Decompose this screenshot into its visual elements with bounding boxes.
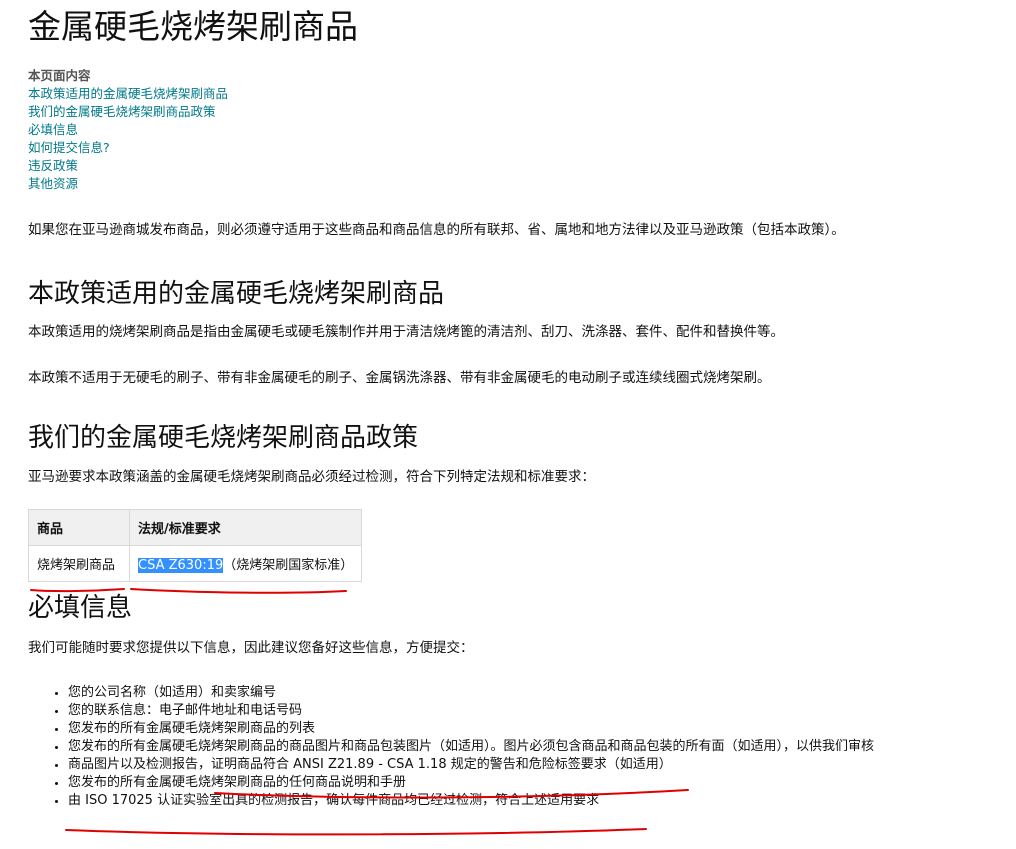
toc-link-how-to-submit[interactable]: 如何提交信息?	[28, 139, 1008, 157]
toc-link-violations[interactable]: 违反政策	[28, 157, 1008, 175]
table-row: 烧烤架刷商品 CSA Z630:19（烧烤架刷国家标准）	[28, 545, 363, 582]
table-header-row: 商品 法规/标准要求	[28, 509, 363, 546]
table-cell-standard: CSA Z630:19（烧烤架刷国家标准）	[128, 545, 363, 582]
table-of-contents: 本页面内容 本政策适用的金属硬毛烧烤架刷商品 我们的金属硬毛烧烤架刷商品政策 必…	[28, 67, 1008, 193]
policy-paragraph: 亚马逊要求本政策涵盖的金属硬毛烧烤架刷商品必须经过检测，符合下列特定法规和标准要…	[28, 469, 595, 485]
toc-link-other-resources[interactable]: 其他资源	[28, 175, 1008, 193]
table-cell-product: 烧烤架刷商品	[28, 545, 130, 582]
required-info-list: 您的公司名称（如适用）和卖家编号 您的联系信息：电子邮件地址和电话号码 您发布的…	[28, 684, 1008, 810]
underline-iso-report	[65, 828, 647, 836]
selected-standard-code[interactable]: CSA Z630:19	[138, 558, 224, 573]
table-header-product: 商品	[28, 509, 130, 546]
scope-paragraph-2: 本政策不适用于无硬毛的刷子、带有非金属硬毛的刷子、金属锅洗涤器、带有非金属硬毛的…	[28, 370, 771, 386]
page-content: 金属硬毛烧烤架刷商品 本页面内容 本政策适用的金属硬毛烧烤架刷商品 我们的金属硬…	[28, 0, 1008, 810]
toc-link-scope[interactable]: 本政策适用的金属硬毛烧烤架刷商品	[28, 85, 1008, 103]
toc-link-policy[interactable]: 我们的金属硬毛烧烤架刷商品政策	[28, 103, 1008, 121]
required-paragraph: 我们可能随时要求您提供以下信息，因此建议您备好这些信息，方便提交：	[28, 640, 474, 656]
list-item: 您发布的所有金属硬毛烧烤架刷商品的任何商品说明和手册	[68, 774, 1008, 792]
standard-description: （烧烤架刷国家标准）	[223, 558, 354, 573]
requirements-table: 商品 法规/标准要求 烧烤架刷商品 CSA Z630:19（烧烤架刷国家标准）	[28, 509, 363, 582]
intro-paragraph: 如果您在亚马逊商城发布商品，则必须遵守适用于这些商品和商品信息的所有联邦、省、属…	[28, 222, 845, 238]
list-item: 由 ISO 17025 认证实验室出具的检测报告，确认每件商品均已经过检测，符合…	[68, 792, 1008, 810]
section-heading-scope: 本政策适用的金属硬毛烧烤架刷商品	[28, 279, 445, 309]
list-item: 您的公司名称（如适用）和卖家编号	[68, 684, 1008, 702]
scope-paragraph-1: 本政策适用的烧烤架刷商品是指由金属硬毛或硬毛簇制作并用于清洁烧烤篦的清洁剂、刮刀…	[28, 324, 784, 340]
list-item: 商品图片以及检测报告，证明商品符合 ANSI Z21.89 - CSA 1.18…	[68, 756, 1008, 774]
list-item: 您发布的所有金属硬毛烧烤架刷商品的列表	[68, 720, 1008, 738]
toc-link-required-info[interactable]: 必填信息	[28, 121, 1008, 139]
page-title: 金属硬毛烧烤架刷商品	[28, 7, 358, 46]
toc-title: 本页面内容	[28, 68, 91, 83]
list-item: 您的联系信息：电子邮件地址和电话号码	[68, 702, 1008, 720]
section-heading-policy: 我们的金属硬毛烧烤架刷商品政策	[28, 423, 419, 453]
section-heading-required-info: 必填信息	[28, 593, 133, 623]
list-item: 您发布的所有金属硬毛烧烤架刷商品的商品图片和商品包装图片（如适用）。图片必须包含…	[68, 738, 1008, 756]
table-header-standard: 法规/标准要求	[128, 509, 363, 546]
